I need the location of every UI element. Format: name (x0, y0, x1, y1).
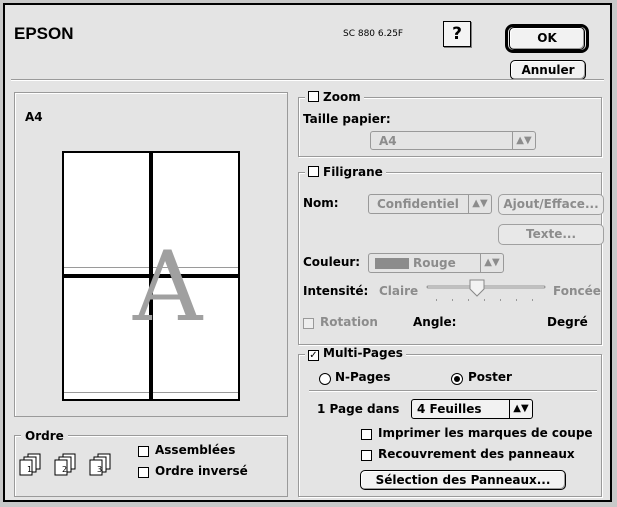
rotation-label: Rotation (320, 315, 378, 329)
order-icon-1[interactable] (19, 452, 47, 476)
intensity-dark-label: Foncée (553, 284, 601, 298)
header-divider (11, 79, 604, 81)
order-icon-2[interactable] (54, 452, 82, 476)
watermark-title: Filigrane (305, 165, 386, 179)
overlap-label: Recouvrement des panneaux (378, 447, 575, 461)
watermark-name-value: Confidentiel (377, 197, 459, 211)
reverse-order-label: Ordre inversé (155, 464, 248, 478)
multipage-checkbox[interactable]: ✓ (308, 350, 319, 361)
reverse-order-checkbox[interactable] (138, 467, 149, 478)
sheets-select[interactable]: 4 Feuilles ▲▼ (411, 399, 533, 419)
popup-arrows-icon: ▲▼ (480, 254, 503, 272)
layout-preview: A4 A (14, 92, 288, 417)
page-in-label: 1 Page dans (317, 402, 400, 416)
collated-label: Assemblées (155, 443, 236, 457)
epson-logo: EPSON (14, 24, 74, 43)
collated-checkbox[interactable] (138, 446, 149, 457)
multipage-label: Multi-Pages (323, 346, 403, 360)
order-icon-2-number: 2 (62, 465, 68, 474)
npages-radio[interactable] (319, 373, 331, 385)
intensity-label: Intensité: (303, 284, 369, 298)
color-select[interactable]: Rouge ▲▼ (368, 253, 504, 273)
zoom-label: Zoom (323, 90, 361, 104)
epson-print-dialog: EPSON SC 880 6.25F ? OK Annuler A4 A Ord… (3, 3, 612, 502)
watermark-letter: A (133, 231, 203, 343)
dialog-header: EPSON SC 880 6.25F ? OK Annuler (5, 5, 610, 80)
driver-version: SC 880 6.25F (343, 29, 404, 39)
poster-label: Poster (468, 370, 512, 384)
paper-size-label: Taille papier: (303, 112, 391, 126)
color-value: Rouge (413, 256, 456, 270)
color-label: Couleur: (303, 255, 361, 269)
text-button[interactable]: Texte... (498, 224, 604, 245)
crop-marks-checkbox[interactable] (361, 429, 372, 440)
preview-paper-label: A4 (25, 110, 43, 124)
paper-size-value: A4 (379, 134, 397, 148)
intensity-slider[interactable] (426, 279, 548, 305)
crop-marks-label: Imprimer les marques de coupe (378, 426, 593, 440)
watermark-name-label: Nom: (303, 196, 339, 210)
color-swatch (375, 258, 409, 269)
intensity-light-label: Claire (379, 284, 419, 298)
angle-label: Angle: (413, 315, 457, 329)
popup-arrows-icon: ▲▼ (512, 132, 535, 149)
add-remove-button[interactable]: Ajout/Efface... (498, 194, 604, 215)
order-icon-3-number: 3 (97, 465, 103, 474)
multipage-title: ✓ Multi-Pages (305, 346, 406, 361)
watermark-name-select[interactable]: Confidentiel ▲▼ (368, 194, 492, 214)
watermark-checkbox[interactable] (308, 166, 319, 177)
degree-label: Degré (547, 315, 588, 329)
overlap-checkbox[interactable] (361, 450, 372, 461)
panel-selection-button[interactable]: Sélection des Panneaux... (360, 470, 566, 490)
cancel-button[interactable]: Annuler (510, 60, 586, 80)
paper-size-select[interactable]: A4 ▲▼ (370, 131, 536, 150)
popup-arrows-icon: ▲▼ (509, 400, 532, 418)
order-icon-3[interactable] (89, 452, 117, 476)
order-icon-1-number: 1 (27, 465, 33, 474)
help-button[interactable]: ? (443, 21, 471, 47)
rotation-checkbox[interactable] (303, 318, 314, 329)
order-title: Ordre (21, 429, 68, 443)
watermark-label: Filigrane (323, 165, 383, 179)
ok-button[interactable]: OK (509, 27, 585, 50)
poster-radio[interactable] (451, 373, 463, 385)
sheets-value: 4 Feuilles (417, 402, 482, 416)
npages-label: N-Pages (335, 370, 391, 384)
popup-arrows-icon: ▲▼ (468, 195, 491, 213)
zoom-checkbox[interactable] (308, 91, 319, 102)
zoom-title: Zoom (305, 90, 364, 104)
multipage-divider (309, 390, 597, 392)
